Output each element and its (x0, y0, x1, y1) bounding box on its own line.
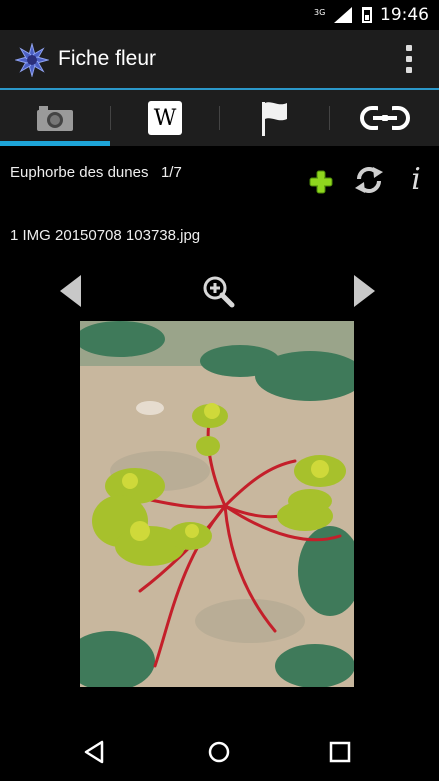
tab-links[interactable] (330, 90, 439, 146)
home-icon[interactable] (206, 739, 232, 765)
tab-wikipedia[interactable]: W (110, 90, 220, 146)
flag-icon (262, 102, 287, 136)
plant-name: Euphorbe des dunes (10, 164, 149, 181)
zoom-in-icon[interactable] (201, 274, 235, 308)
back-icon[interactable] (82, 739, 108, 765)
info-icon[interactable]: i (406, 163, 426, 197)
recents-icon[interactable] (327, 739, 353, 765)
wikipedia-label: W (153, 105, 177, 131)
battery-icon (362, 7, 372, 23)
link-icon (360, 106, 410, 130)
wikipedia-icon: W (148, 101, 182, 135)
cornflower-logo-icon[interactable] (15, 43, 49, 77)
tab-bar: W (0, 90, 439, 146)
status-bar: 3G 19:46 (0, 0, 439, 30)
status-time: 19:46 (380, 5, 429, 25)
app-title: Fiche fleur (58, 47, 157, 70)
overflow-menu-icon[interactable] (405, 45, 413, 73)
triangle-right-icon[interactable] (352, 274, 376, 308)
image-filename: 1 IMG 20150708 103738.jpg (10, 227, 201, 244)
signal-icon: 3G (314, 7, 354, 23)
triangle-left-icon[interactable] (59, 274, 83, 308)
network-type: 3G (314, 8, 326, 17)
app-bar: Fiche fleur (0, 30, 439, 88)
camera-icon (37, 106, 73, 131)
plant-info: Euphorbe des dunes 1/7 (10, 164, 182, 181)
system-nav-bar (0, 721, 439, 781)
image-counter: 1/7 (160, 164, 182, 181)
plant-photo[interactable] (80, 321, 354, 687)
tab-photos[interactable] (0, 90, 110, 146)
refresh-icon[interactable] (352, 163, 386, 197)
plus-icon[interactable] (308, 169, 334, 195)
tab-locations[interactable] (220, 90, 330, 146)
